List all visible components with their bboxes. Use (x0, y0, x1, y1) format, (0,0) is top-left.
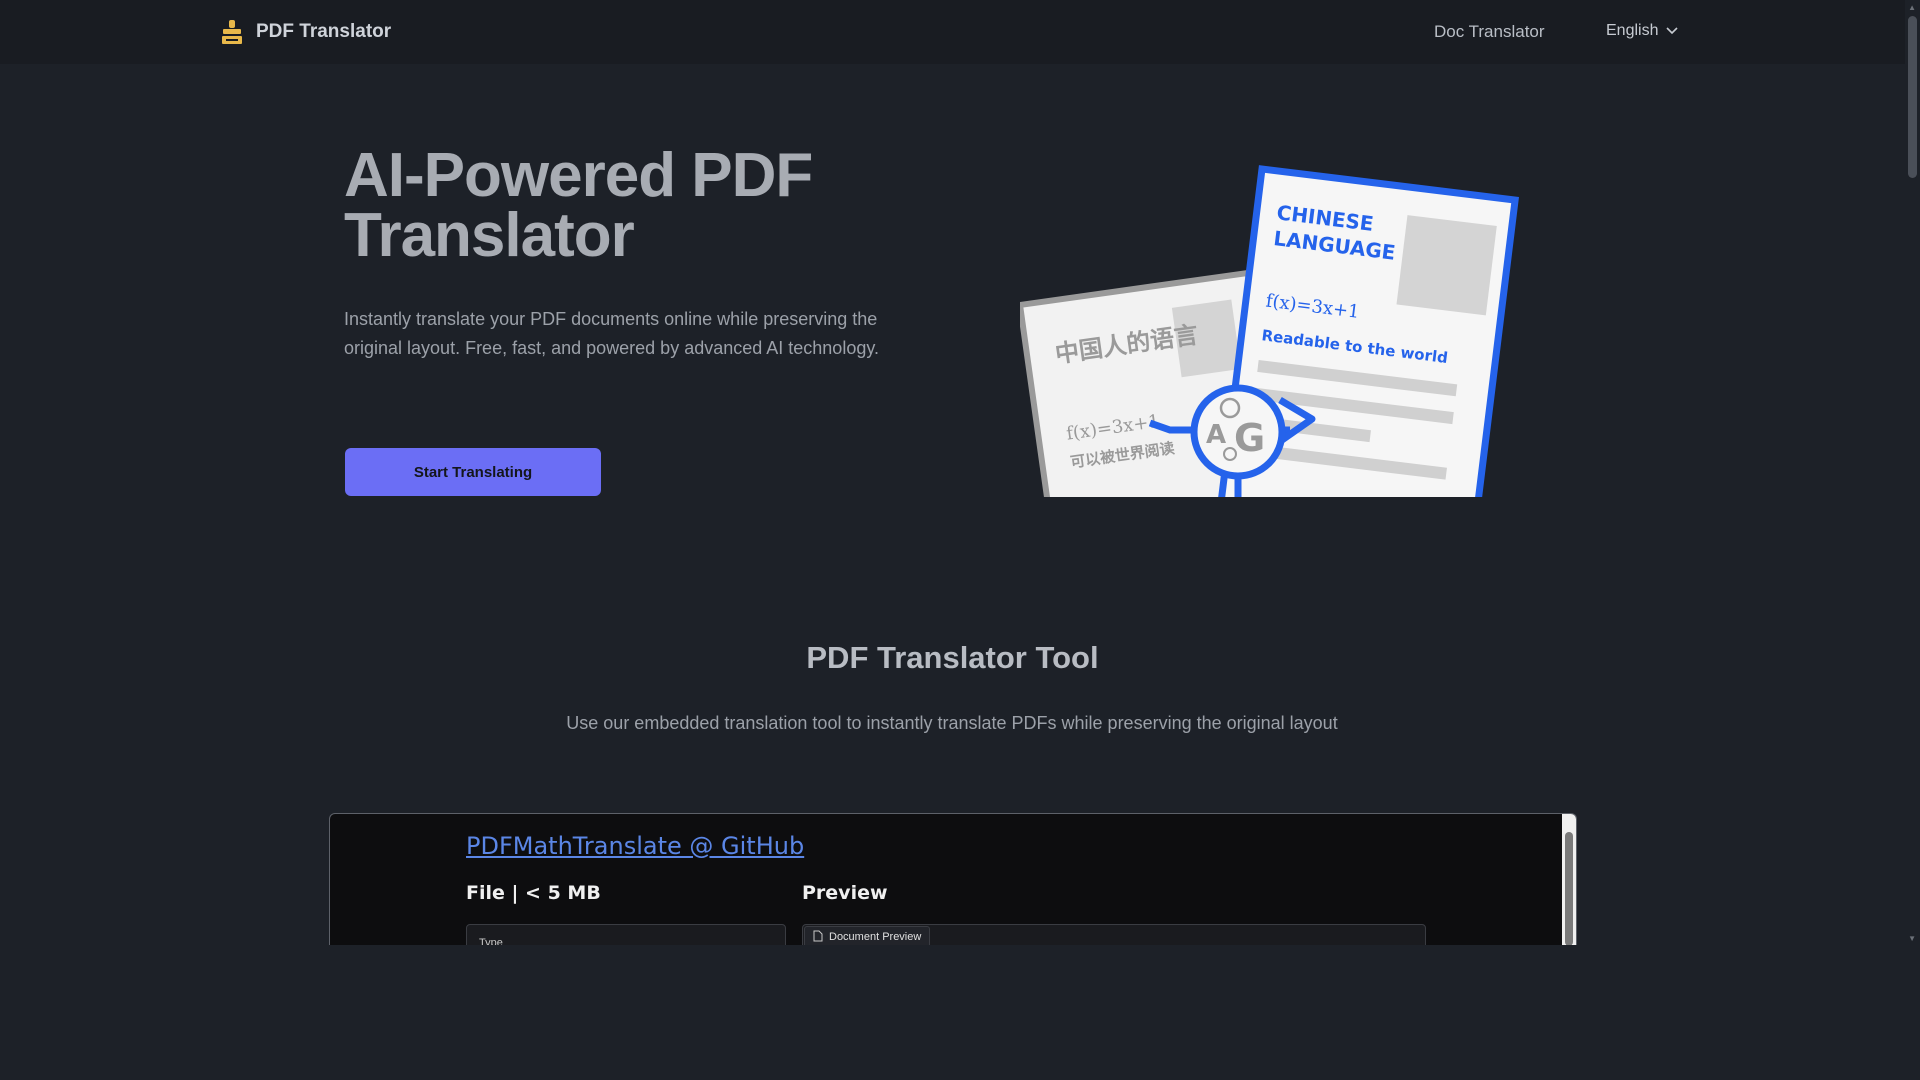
iframe-scrollbar-thumb[interactable] (1565, 832, 1573, 945)
scrollbar-thumb[interactable] (1908, 16, 1917, 178)
nav-doc-translator[interactable]: Doc Translator (1434, 22, 1545, 42)
page-scrollbar[interactable]: ▲ ▼ (1905, 0, 1920, 1080)
embedded-translator-iframe[interactable]: PDFMathTranslate @ GitHub File | < 5 MB … (329, 813, 1577, 945)
hero-description: Instantly translate your PDF documents o… (344, 309, 879, 358)
scroll-down-arrow-icon[interactable]: ▼ (1908, 934, 1916, 943)
tool-section-title: PDF Translator Tool (806, 640, 1099, 675)
scroll-up-arrow-icon[interactable]: ▲ (1908, 3, 1916, 12)
document-preview-tab-label: Document Preview (829, 931, 922, 943)
preview-section-label: Preview (802, 882, 888, 904)
type-select[interactable]: Type (466, 924, 786, 945)
document-preview-tab[interactable]: Document Preview (804, 926, 931, 945)
type-label: Type (479, 937, 503, 945)
iframe-scrollbar[interactable] (1562, 814, 1576, 945)
document-icon (813, 930, 823, 945)
stamp-icon (220, 18, 244, 46)
start-translating-button[interactable]: Start Translating (345, 448, 601, 496)
brand-logo[interactable]: PDF Translator (220, 18, 391, 46)
file-section-label: File | < 5 MB (466, 882, 601, 904)
github-link[interactable]: PDFMathTranslate @ GitHub (466, 832, 804, 860)
chevron-down-icon (1666, 22, 1679, 40)
language-label: English (1606, 22, 1659, 39)
badge-letter-a: A (1206, 420, 1226, 450)
hero-title-line2: Translator (344, 201, 635, 270)
tool-section-description: Use our embedded translation tool to ins… (566, 713, 1338, 733)
top-navbar: PDF Translator Doc Translator English (0, 0, 1905, 64)
translation-illustration: 中国人的语言 f(x)=3x+1 可以被世界阅读 CHINESE LANGUAG… (1020, 165, 1540, 497)
brand-name: PDF Translator (256, 21, 392, 42)
hero-title-line1: AI-Powered PDF (344, 141, 813, 210)
badge-letter-g: G (1234, 416, 1265, 460)
hero-title: AI-Powered PDF Translator (344, 141, 864, 270)
preview-panel: Document Preview (802, 924, 1426, 945)
language-selector[interactable]: English (1606, 22, 1679, 40)
